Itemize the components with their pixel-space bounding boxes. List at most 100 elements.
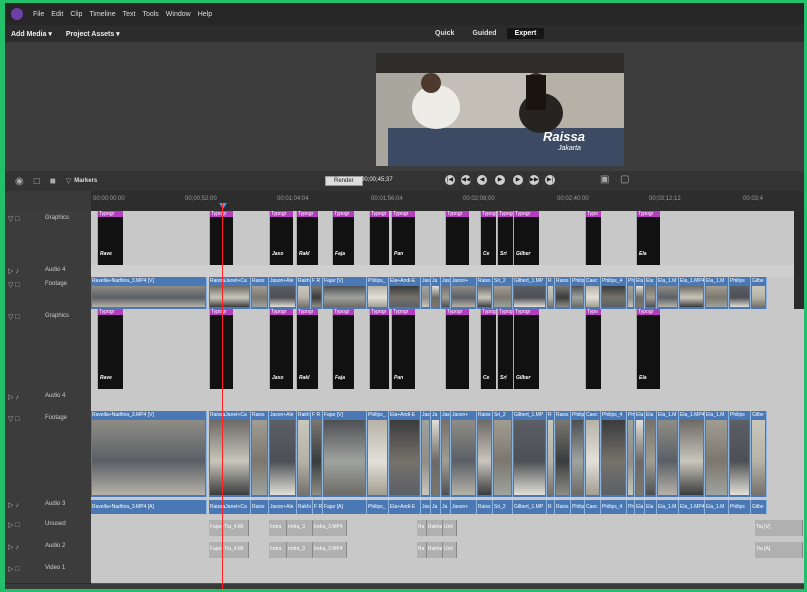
- menu-file[interactable]: File: [33, 11, 44, 18]
- video-clip[interactable]: Ela_1.M: [705, 411, 729, 497]
- video-clip[interactable]: Ela: [635, 411, 645, 497]
- track-header-unused[interactable]: ▷ □ Unused: [5, 517, 91, 540]
- audio-clip[interactable]: RaissaJanet+Ca: [209, 500, 251, 514]
- menu-timeline[interactable]: Timeline: [89, 11, 115, 18]
- graphics-clip[interactable]: Typogr Gilber: [513, 211, 539, 265]
- menu-clip[interactable]: Clip: [70, 11, 82, 18]
- video-clip[interactable]: Ela_1.M: [705, 277, 729, 309]
- tab-expert[interactable]: Expert: [506, 28, 545, 39]
- add-media-menu[interactable]: Add Media ▾: [11, 30, 52, 38]
- camera-icon[interactable]: ◉: [15, 176, 24, 187]
- video-clip[interactable]: Fajar [V]: [323, 277, 367, 309]
- menu-tools[interactable]: Tools: [142, 11, 158, 18]
- video-track-icon[interactable]: ▷ □: [8, 565, 20, 573]
- graphics-clip[interactable]: Typogr Pan: [391, 211, 415, 265]
- unused-clip[interactable]: Indra_3: [287, 520, 313, 536]
- audio-speaker-icon[interactable]: ▷ ♪: [8, 501, 19, 509]
- goto-start-icon[interactable]: |◀: [445, 175, 455, 185]
- audio-clip[interactable]: Indra_3.MP4: [313, 542, 347, 558]
- unused-clip[interactable]: Fajar+Tia_4.MI: [209, 520, 249, 536]
- video-clip[interactable]: R: [547, 277, 555, 309]
- audio-clip[interactable]: Ph: [627, 500, 635, 514]
- audio-clip[interactable]: F R: [313, 500, 323, 514]
- audio-clip[interactable]: Ja: [431, 500, 441, 514]
- step-back-icon[interactable]: ◀◀: [461, 175, 471, 185]
- audio-clip[interactable]: Philips_4: [601, 500, 627, 514]
- graphics-clip[interactable]: Typog Ce: [480, 309, 496, 389]
- audio-clip[interactable]: Jaso: [421, 500, 431, 514]
- preview-frame[interactable]: Raissa Jakarta: [376, 53, 624, 166]
- video-clip[interactable]: Ph: [627, 277, 635, 309]
- audio-speaker-icon[interactable]: ▷ ♪: [8, 393, 19, 401]
- audio-clip[interactable]: Sri_2: [493, 500, 513, 514]
- render-button[interactable]: Render: [325, 176, 363, 186]
- video-clip[interactable]: Caec: [585, 411, 601, 497]
- trash-icon[interactable]: ■: [50, 176, 56, 187]
- audio-clip[interactable]: Ravella+Nadhira_3.MP4 [A]: [91, 500, 207, 514]
- video-clip[interactable]: Ela+Andi-E: [389, 277, 421, 309]
- track-header-audio4[interactable]: ▷ ♪ Audio 4: [5, 389, 91, 412]
- video-clip[interactable]: Jason+Ale: [269, 277, 297, 309]
- video-clip[interactable]: Rakh: [297, 277, 311, 309]
- video-clip[interactable]: F R: [311, 411, 323, 497]
- audio-clip[interactable]: Raiss: [477, 500, 493, 514]
- video-clip[interactable]: Gilbe: [751, 277, 767, 309]
- new-item-icon[interactable]: □: [34, 176, 40, 187]
- video-clip[interactable]: Jason+Ale: [269, 411, 297, 497]
- goto-end-icon[interactable]: ▶|: [545, 175, 555, 185]
- video-clip[interactable]: Jas: [441, 277, 451, 309]
- video1-track-area[interactable]: [91, 561, 804, 584]
- video-clip[interactable]: Jaso: [421, 277, 431, 309]
- video-clip[interactable]: Fajar [V]: [323, 411, 367, 497]
- video-clip[interactable]: Ravella+Nadhira_3.MP4 [V]: [91, 411, 207, 497]
- audio-clip[interactable]: Gilbert_1.MP: [513, 500, 547, 514]
- graphics-clip[interactable]: Typogr Rakl: [296, 309, 318, 389]
- audio-clip[interactable]: Jason+Ale: [269, 500, 297, 514]
- video-clip[interactable]: RaissaJanet+Ca: [209, 277, 251, 309]
- project-assets-menu[interactable]: Project Assets ▾: [66, 30, 120, 38]
- unused-clip[interactable]: Rakha: [427, 520, 443, 536]
- audio3-track-area[interactable]: Ravella+Nadhira_3.MP4 [A] RaissaJanet+Ca R…: [91, 497, 804, 518]
- video-clip[interactable]: RaissaJanet+Ca: [209, 411, 251, 497]
- audio-speaker-icon[interactable]: ▷ ♪: [8, 267, 19, 275]
- video-clip[interactable]: Caec: [585, 277, 601, 309]
- track-header-video1[interactable]: ▷ □ Video 1: [5, 561, 91, 584]
- graphics-clip[interactable]: Typo: [585, 211, 601, 265]
- footage-track-top-area[interactable]: Ravella+Nadhira_3.MP4 [V] RaissaJanet+Ca R…: [91, 277, 804, 310]
- markers-label[interactable]: Markers: [74, 178, 97, 184]
- video-clip[interactable]: Philips: [729, 277, 751, 309]
- video-clip[interactable]: Gilbe: [751, 411, 767, 497]
- graphics-clip[interactable]: Typogr Rave: [97, 211, 123, 265]
- video-clip[interactable]: Philips_4: [601, 411, 627, 497]
- video-clip[interactable]: Raiss: [251, 277, 269, 309]
- graphics-clip[interactable]: Typogr: [369, 309, 389, 389]
- track-header-footage[interactable]: ▽ □ Footage: [5, 411, 91, 498]
- menu-edit[interactable]: Edit: [51, 11, 63, 18]
- video-clip[interactable]: Raiss: [477, 411, 493, 497]
- graphics-clip[interactable]: Typogr: [209, 211, 233, 265]
- audio-clip[interactable]: Ela+Andi-E: [389, 500, 421, 514]
- audio-clip[interactable]: Tia [A]: [755, 542, 803, 558]
- unused-clip[interactable]: Unti: [443, 520, 457, 536]
- markers-icon[interactable]: ▽: [66, 177, 71, 185]
- audio-clip[interactable]: Fajar [A]: [323, 500, 367, 514]
- footage-track-area[interactable]: Ravella+Nadhira_3.MP4 [V] RaissaJanet+Ca R…: [91, 411, 804, 498]
- video-clip[interactable]: Raiss: [251, 411, 269, 497]
- menu-window[interactable]: Window: [166, 11, 191, 18]
- video-clip[interactable]: Raiss: [477, 277, 493, 309]
- frame-forward-icon[interactable]: ▶: [513, 175, 523, 185]
- graphics-clip[interactable]: Typo: [585, 309, 601, 389]
- video-clip[interactable]: Sri_2: [493, 277, 513, 309]
- expand-triangle-icon[interactable]: ▽ □: [8, 313, 20, 321]
- tab-guided[interactable]: Guided: [464, 28, 504, 39]
- graphics-clip[interactable]: Typogr: [209, 309, 233, 389]
- audio-clip[interactable]: Ela: [645, 500, 657, 514]
- play-icon[interactable]: ▶: [495, 175, 505, 185]
- video-clip[interactable]: Ela_1.M: [657, 411, 679, 497]
- audio-clip[interactable]: Ela_1.M: [657, 500, 679, 514]
- video-track-icon[interactable]: ▷ □: [8, 521, 20, 529]
- audio-clip[interactable]: R: [547, 500, 555, 514]
- video-clip[interactable]: Philips: [729, 411, 751, 497]
- video-clip[interactable]: Ela_1.MP4: [679, 411, 705, 497]
- tab-quick[interactable]: Quick: [427, 28, 462, 39]
